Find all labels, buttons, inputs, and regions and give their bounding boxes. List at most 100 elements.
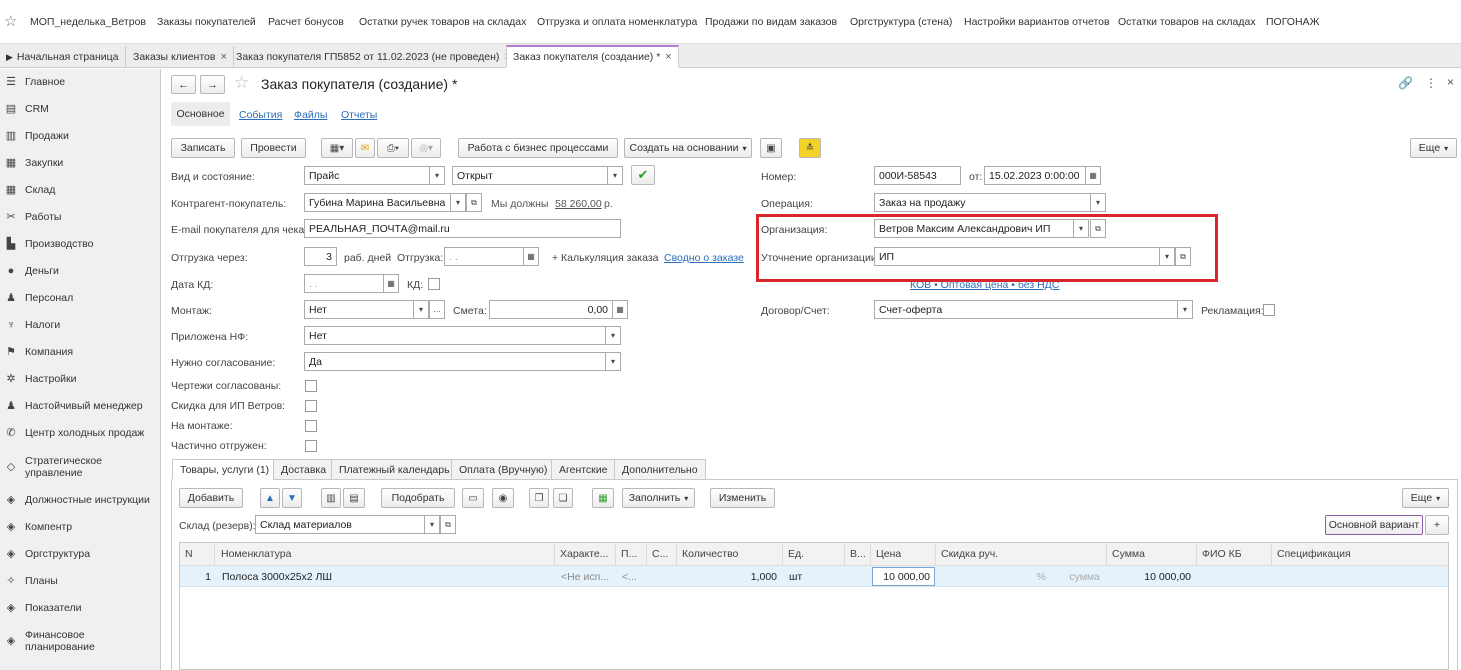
tab-client-orders[interactable]: Заказы клиентов × [127, 46, 234, 68]
col-header[interactable]: ФИО КБ [1197, 543, 1272, 565]
col-header[interactable]: В... [845, 543, 871, 565]
save-button[interactable]: Записать [171, 138, 235, 158]
status-type-field[interactable]: Прайс [304, 166, 430, 185]
org-spec-field[interactable]: ИП [874, 247, 1160, 266]
copy-icon[interactable]: ❐ [529, 488, 549, 508]
warehouse-field[interactable]: Склад материалов [255, 515, 425, 534]
sidebar-item-money[interactable]: ● Деньги [0, 263, 161, 279]
tab-payment-manual[interactable]: Оплата (Вручную) [451, 459, 556, 480]
more-vertical-icon[interactable]: ⋮ [1425, 76, 1437, 90]
col-header[interactable]: Спецификация [1272, 543, 1448, 565]
calculator-icon[interactable]: ▦ [612, 300, 628, 319]
sidebar-item-persistent-manager[interactable]: ♟ Настойчивый менеджер [0, 398, 161, 414]
table-icon[interactable]: ▦ [592, 488, 614, 508]
favorites-star-icon[interactable]: ☆ [4, 14, 17, 29]
col-header[interactable]: Ед. [783, 543, 845, 565]
change-button[interactable]: Изменить [710, 488, 775, 508]
report-icon[interactable]: ≛ [799, 138, 821, 158]
col-header[interactable]: Сумма [1107, 543, 1197, 565]
warehouse-dropdown[interactable]: ▾ [424, 515, 440, 534]
doc-menu-icon[interactable]: ▦▾ [321, 138, 353, 158]
col-header[interactable]: Количество [677, 543, 783, 565]
order-summary-link[interactable]: Сводно о заказе [664, 252, 744, 264]
operation-field[interactable]: Заказ на продажу [874, 193, 1091, 212]
drawings-checkbox[interactable] [305, 380, 317, 392]
print-icon[interactable]: ⎙▾ [377, 138, 409, 158]
add-variant-button[interactable]: + [1425, 515, 1449, 535]
sidebar-item-production[interactable]: ▙ Производство [0, 236, 161, 252]
subtab-main[interactable]: Основное [171, 102, 230, 126]
sidebar-item-sales[interactable]: ▥ Продажи [0, 128, 161, 144]
status-state-dropdown[interactable]: ▾ [607, 166, 623, 185]
org-spec-dropdown[interactable]: ▾ [1159, 247, 1175, 266]
tab-payment-calendar[interactable]: Платежный календарь [331, 459, 458, 480]
sidebar-item-crm[interactable]: ▤ CRM [0, 101, 161, 117]
back-button[interactable]: ← [171, 75, 196, 94]
col-header[interactable]: N [180, 543, 215, 565]
partial-checkbox[interactable] [305, 440, 317, 452]
fill-button[interactable]: Заполнить ▾ [622, 488, 695, 508]
sidebar-item-orgstructure[interactable]: ◈ Оргструктура [0, 546, 161, 562]
top-link[interactable]: Продажи по видам заказов [705, 16, 837, 28]
cell-discount-pct[interactable]: % [1010, 566, 1050, 587]
ship2-date-field[interactable]: . . [444, 247, 524, 266]
add-button[interactable]: Добавить [179, 488, 243, 508]
col-header[interactable]: Номенклатура [216, 543, 555, 565]
mount-select-button[interactable]: … [429, 300, 445, 319]
nf-dropdown[interactable]: ▾ [605, 326, 621, 345]
nf-field[interactable]: Нет [304, 326, 606, 345]
status-type-dropdown[interactable]: ▾ [429, 166, 445, 185]
subtab-files[interactable]: Файлы [294, 109, 327, 121]
discount-checkbox[interactable] [305, 400, 317, 412]
post-button[interactable]: Провести [241, 138, 306, 158]
pick-list-icon[interactable]: ▤ [343, 488, 365, 508]
contract-field[interactable]: Счет-оферта [874, 300, 1178, 319]
approve-dropdown[interactable]: ▾ [605, 352, 621, 371]
cell-name[interactable]: Полоса 3000х25х2 ЛШ [218, 566, 555, 587]
col-header[interactable]: Характе... [555, 543, 616, 565]
barcode-icon[interactable]: ▥ [321, 488, 341, 508]
eye-icon[interactable]: ◉ [492, 488, 514, 508]
open-icon[interactable]: ⧉ [1175, 247, 1191, 266]
main-variant-button[interactable]: Основной вариант [1325, 515, 1423, 535]
sidebar-item-personnel[interactable]: ♟ Персонал [0, 290, 161, 306]
sidebar-item-job-instructions[interactable]: ◈ Должностные инструкции [0, 492, 161, 508]
onmount-checkbox[interactable] [305, 420, 317, 432]
open-icon[interactable]: ⧉ [440, 515, 456, 534]
ship-days-field[interactable]: 3 [304, 247, 337, 266]
card-icon[interactable]: ▭ [462, 488, 484, 508]
sidebar-item-indicators[interactable]: ◈ Показатели [0, 600, 161, 616]
tab-additional[interactable]: Дополнительно [614, 459, 706, 480]
cell-price[interactable]: 10 000,00 [872, 567, 935, 586]
top-link[interactable]: Настройки вариантов отчетов [964, 16, 1110, 28]
status-state-field[interactable]: Открыт [452, 166, 608, 185]
move-up-icon[interactable]: ▲ [260, 488, 280, 508]
tab-agency[interactable]: Агентские [551, 459, 616, 480]
col-header[interactable]: Скидка руч. [936, 543, 1107, 565]
close-icon[interactable]: × [1447, 75, 1454, 89]
kd-checkbox[interactable] [428, 278, 440, 290]
top-link[interactable]: ПОГОНАЖ [1266, 16, 1319, 28]
checkmark-icon[interactable]: ✔ [631, 165, 655, 185]
subtab-reports[interactable]: Отчеты [341, 109, 377, 121]
col-header[interactable]: Цена [871, 543, 936, 565]
more-button[interactable]: Еще ▾ [1410, 138, 1457, 158]
link-icon[interactable]: 🔗 [1398, 76, 1413, 90]
contract-dropdown[interactable]: ▾ [1177, 300, 1193, 319]
client-dropdown[interactable]: ▾ [450, 193, 466, 212]
kd-date-field[interactable]: . . [304, 274, 384, 293]
email-field[interactable]: РЕАЛЬНАЯ_ПОЧТА@mail.ru [304, 219, 621, 238]
move-down-icon[interactable]: ▼ [282, 488, 302, 508]
cell-discount-sum[interactable]: сумма [1060, 566, 1104, 587]
tab-delivery[interactable]: Доставка [273, 459, 335, 480]
top-link[interactable]: Остатки ручек товаров на складах [359, 16, 526, 28]
open-icon[interactable]: ⧉ [466, 193, 482, 212]
close-icon[interactable]: × [220, 51, 226, 63]
pick-button[interactable]: Подобрать [381, 488, 455, 508]
tab-goods[interactable]: Товары, услуги (1) [172, 459, 278, 480]
col-header[interactable]: С... [647, 543, 677, 565]
client-field[interactable]: Губина Марина Васильевна [304, 193, 451, 212]
sidebar-item-settings[interactable]: ✲ Настройки [0, 371, 161, 387]
structure-icon[interactable]: ▣ [760, 138, 782, 158]
tab-home[interactable]: ▶ Начальная страница [0, 46, 126, 68]
